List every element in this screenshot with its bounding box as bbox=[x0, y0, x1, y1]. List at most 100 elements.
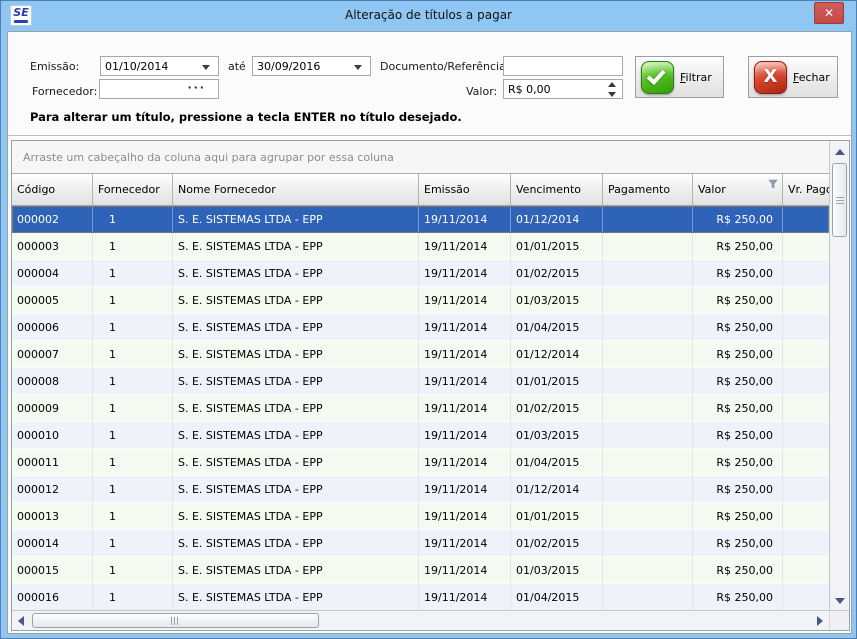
cell-fornecedor[interactable]: 1 bbox=[93, 368, 173, 395]
close-button[interactable]: ✕ bbox=[814, 2, 844, 24]
column-header-vencimento[interactable]: Vencimento bbox=[511, 174, 603, 205]
cell-vr-pago[interactable] bbox=[783, 503, 829, 530]
cell-codigo[interactable]: 000007 bbox=[12, 341, 93, 368]
cell-vr-pago[interactable] bbox=[783, 341, 829, 368]
scroll-left-button[interactable] bbox=[13, 613, 30, 630]
cell-vencimento[interactable]: 01/01/2015 bbox=[511, 503, 603, 530]
cell-valor[interactable]: R$ 250,00 bbox=[693, 476, 783, 503]
cell-pagamento[interactable] bbox=[603, 530, 693, 557]
cell-codigo[interactable]: 000015 bbox=[12, 557, 93, 584]
cell-vr-pago[interactable] bbox=[783, 395, 829, 422]
cell-fornecedor[interactable]: 1 bbox=[93, 557, 173, 584]
cell-valor[interactable]: R$ 250,00 bbox=[693, 530, 783, 557]
cell-fornecedor[interactable]: 1 bbox=[93, 260, 173, 287]
cell-fornecedor[interactable]: 1 bbox=[93, 395, 173, 422]
cell-pagamento[interactable] bbox=[603, 503, 693, 530]
cell-nome-fornecedor[interactable]: S. E. SISTEMAS LTDA - EPP bbox=[173, 503, 419, 530]
title-bar[interactable]: SE Alteração de títulos a pagar ✕ bbox=[1, 1, 856, 31]
cell-fornecedor[interactable]: 1 bbox=[93, 476, 173, 503]
table-row[interactable]: 000002 1 S. E. SISTEMAS LTDA - EPP 19/11… bbox=[12, 206, 829, 233]
cell-nome-fornecedor[interactable]: S. E. SISTEMAS LTDA - EPP bbox=[173, 314, 419, 341]
cell-fornecedor[interactable]: 1 bbox=[93, 233, 173, 260]
chevron-down-icon[interactable] bbox=[202, 65, 210, 70]
cell-nome-fornecedor[interactable]: S. E. SISTEMAS LTDA - EPP bbox=[173, 233, 419, 260]
fornecedor-browse-button[interactable]: ··· bbox=[187, 81, 206, 94]
cell-emissao[interactable]: 19/11/2014 bbox=[419, 449, 511, 476]
cell-pagamento[interactable] bbox=[603, 341, 693, 368]
cell-pagamento[interactable] bbox=[603, 314, 693, 341]
cell-valor[interactable]: R$ 250,00 bbox=[693, 233, 783, 260]
cell-fornecedor[interactable]: 1 bbox=[93, 449, 173, 476]
cell-valor[interactable]: R$ 250,00 bbox=[693, 206, 783, 233]
cell-valor[interactable]: R$ 250,00 bbox=[693, 260, 783, 287]
column-header-codigo[interactable]: Código bbox=[12, 174, 93, 205]
cell-codigo[interactable]: 000008 bbox=[12, 368, 93, 395]
column-header-pagamento[interactable]: Pagamento bbox=[603, 174, 693, 205]
cell-valor[interactable]: R$ 250,00 bbox=[693, 314, 783, 341]
cell-valor[interactable]: R$ 250,00 bbox=[693, 395, 783, 422]
cell-vencimento[interactable]: 01/04/2015 bbox=[511, 314, 603, 341]
cell-codigo[interactable]: 000002 bbox=[12, 206, 93, 233]
horizontal-scrollbar[interactable] bbox=[12, 611, 829, 630]
cell-codigo[interactable]: 000011 bbox=[12, 449, 93, 476]
cell-nome-fornecedor[interactable]: S. E. SISTEMAS LTDA - EPP bbox=[173, 260, 419, 287]
cell-vencimento[interactable]: 01/03/2015 bbox=[511, 287, 603, 314]
cell-emissao[interactable]: 19/11/2014 bbox=[419, 260, 511, 287]
cell-vr-pago[interactable] bbox=[783, 233, 829, 260]
cell-nome-fornecedor[interactable]: S. E. SISTEMAS LTDA - EPP bbox=[173, 341, 419, 368]
cell-vencimento[interactable]: 01/02/2015 bbox=[511, 530, 603, 557]
cell-valor[interactable]: R$ 250,00 bbox=[693, 584, 783, 610]
cell-fornecedor[interactable]: 1 bbox=[93, 314, 173, 341]
scroll-down-button[interactable] bbox=[831, 592, 848, 609]
cell-vencimento[interactable]: 01/02/2015 bbox=[511, 260, 603, 287]
cell-vencimento[interactable]: 01/12/2014 bbox=[511, 341, 603, 368]
cell-vr-pago[interactable] bbox=[783, 449, 829, 476]
fechar-button[interactable]: X Fechar bbox=[748, 56, 838, 98]
filter-funnel-icon[interactable] bbox=[768, 179, 778, 189]
cell-nome-fornecedor[interactable]: S. E. SISTEMAS LTDA - EPP bbox=[173, 206, 419, 233]
cell-emissao[interactable]: 19/11/2014 bbox=[419, 314, 511, 341]
cell-vr-pago[interactable] bbox=[783, 287, 829, 314]
cell-pagamento[interactable] bbox=[603, 449, 693, 476]
cell-pagamento[interactable] bbox=[603, 287, 693, 314]
cell-codigo[interactable]: 000016 bbox=[12, 584, 93, 610]
cell-vr-pago[interactable] bbox=[783, 314, 829, 341]
cell-pagamento[interactable] bbox=[603, 584, 693, 610]
cell-valor[interactable]: R$ 250,00 bbox=[693, 341, 783, 368]
column-header-emissao[interactable]: Emissão bbox=[419, 174, 511, 205]
table-row[interactable]: 000008 1 S. E. SISTEMAS LTDA - EPP 19/11… bbox=[12, 368, 829, 395]
cell-vencimento[interactable]: 01/12/2014 bbox=[511, 206, 603, 233]
cell-vr-pago[interactable] bbox=[783, 530, 829, 557]
cell-valor[interactable]: R$ 250,00 bbox=[693, 449, 783, 476]
cell-pagamento[interactable] bbox=[603, 368, 693, 395]
cell-emissao[interactable]: 19/11/2014 bbox=[419, 395, 511, 422]
cell-vr-pago[interactable] bbox=[783, 584, 829, 610]
column-header-valor[interactable]: Valor bbox=[693, 174, 783, 205]
column-header-nome-fornecedor[interactable]: Nome Fornecedor bbox=[173, 174, 419, 205]
horizontal-scrollbar-thumb[interactable] bbox=[32, 613, 319, 628]
cell-nome-fornecedor[interactable]: S. E. SISTEMAS LTDA - EPP bbox=[173, 368, 419, 395]
cell-emissao[interactable]: 19/11/2014 bbox=[419, 476, 511, 503]
cell-pagamento[interactable] bbox=[603, 476, 693, 503]
table-row[interactable]: 000004 1 S. E. SISTEMAS LTDA - EPP 19/11… bbox=[12, 260, 829, 287]
cell-vencimento[interactable]: 01/04/2015 bbox=[511, 584, 603, 610]
valor-spinner[interactable] bbox=[605, 81, 619, 97]
cell-fornecedor[interactable]: 1 bbox=[93, 341, 173, 368]
cell-nome-fornecedor[interactable]: S. E. SISTEMAS LTDA - EPP bbox=[173, 476, 419, 503]
cell-vencimento[interactable]: 01/03/2015 bbox=[511, 422, 603, 449]
table-row[interactable]: 000011 1 S. E. SISTEMAS LTDA - EPP 19/11… bbox=[12, 449, 829, 476]
group-by-panel[interactable]: Arraste um cabeçalho da coluna aqui para… bbox=[12, 141, 829, 173]
table-row[interactable]: 000003 1 S. E. SISTEMAS LTDA - EPP 19/11… bbox=[12, 233, 829, 260]
cell-emissao[interactable]: 19/11/2014 bbox=[419, 368, 511, 395]
cell-emissao[interactable]: 19/11/2014 bbox=[419, 503, 511, 530]
table-row[interactable]: 000015 1 S. E. SISTEMAS LTDA - EPP 19/11… bbox=[12, 557, 829, 584]
scroll-up-button[interactable] bbox=[831, 143, 848, 160]
cell-valor[interactable]: R$ 250,00 bbox=[693, 287, 783, 314]
cell-vencimento[interactable]: 01/12/2014 bbox=[511, 476, 603, 503]
cell-pagamento[interactable] bbox=[603, 422, 693, 449]
cell-nome-fornecedor[interactable]: S. E. SISTEMAS LTDA - EPP bbox=[173, 395, 419, 422]
vertical-scrollbar-thumb[interactable] bbox=[832, 163, 847, 237]
cell-vencimento[interactable]: 01/01/2015 bbox=[511, 368, 603, 395]
cell-codigo[interactable]: 000013 bbox=[12, 503, 93, 530]
emissao-from-combobox[interactable]: 01/10/2014 bbox=[100, 56, 219, 76]
